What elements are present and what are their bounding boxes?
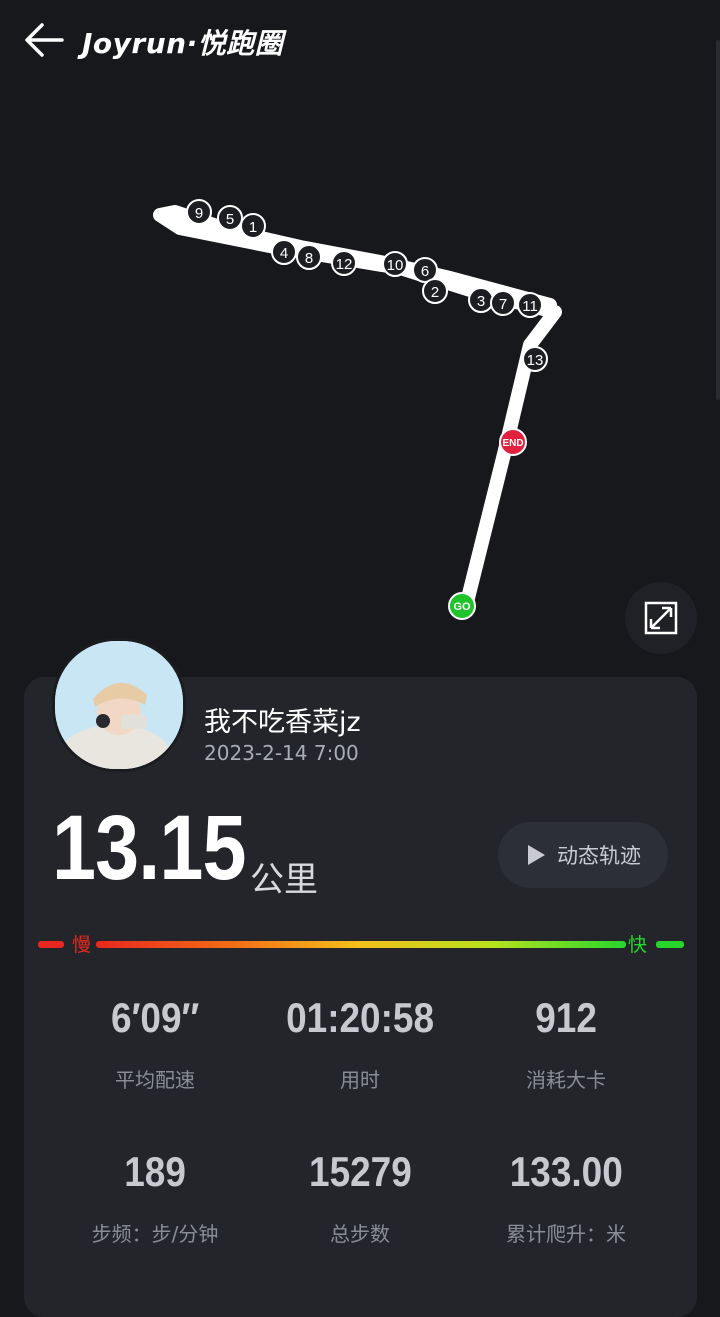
split-marker: 9: [186, 199, 212, 225]
stat-label: 累计爬升：米: [506, 1222, 626, 1246]
distance-value: 13.15: [52, 797, 247, 899]
track-replay-label: 动态轨迹: [557, 844, 641, 868]
stat-value: 189: [124, 1148, 186, 1195]
split-marker: 10: [382, 251, 408, 277]
stat-duration: 01:20:58 用时: [260, 994, 460, 1093]
app-title: Joyrun·悦跑圈: [82, 27, 284, 60]
stat-calories: 912 消耗大卡: [466, 994, 666, 1093]
split-marker-label: 9: [195, 205, 203, 222]
split-marker: 8: [296, 244, 322, 270]
arrow-left-icon: [25, 23, 64, 57]
end-marker-label: END: [502, 438, 523, 449]
split-marker-label: 11: [522, 298, 538, 315]
route-map[interactable]: 9 5 1 4 8 12 10 6 2 3 7 11 13 END GO: [0, 84, 720, 684]
play-icon: [528, 845, 545, 865]
distance-unit: 公里: [250, 860, 318, 900]
stat-cadence: 189 步频：步/分钟: [55, 1148, 255, 1247]
back-button[interactable]: [22, 20, 66, 60]
stat-elevation-gain: 133.00 累计爬升：米: [466, 1148, 666, 1247]
pace-scale-slow-segment: [38, 941, 64, 948]
split-marker: 4: [271, 239, 297, 265]
split-marker-label: 7: [499, 296, 507, 313]
username: 我不吃香菜jz: [204, 707, 361, 738]
stat-label: 消耗大卡: [526, 1068, 606, 1092]
split-marker-label: 4: [280, 245, 288, 262]
pace-fast-label: 快: [628, 934, 648, 956]
top-bar: Joyrun·悦跑圈: [0, 0, 720, 84]
stat-total-steps: 15279 总步数: [260, 1148, 460, 1247]
split-marker: 13: [522, 346, 548, 372]
stat-value: 6′09′′: [110, 994, 200, 1041]
split-marker-label: 2: [431, 284, 439, 301]
stat-label: 用时: [340, 1068, 380, 1092]
start-marker-label: GO: [453, 601, 471, 613]
avatar-image: [55, 641, 183, 769]
pace-gradient-bar: [96, 941, 626, 948]
split-marker-label: 10: [387, 257, 404, 274]
pace-scale: 慢 快: [38, 930, 684, 958]
track-replay-button[interactable]: 动态轨迹: [498, 822, 668, 888]
split-marker-label: 1: [249, 219, 257, 236]
stat-value: 15279: [308, 1148, 412, 1195]
split-marker-label: 5: [226, 211, 234, 228]
avatar[interactable]: [52, 638, 186, 772]
route-track: 9 5 1 4 8 12 10 6 2 3 7 11 13 END GO: [153, 199, 562, 620]
stat-label: 总步数: [330, 1222, 390, 1246]
split-marker: 12: [331, 250, 357, 276]
stat-value: 01:20:58: [286, 994, 434, 1041]
end-marker: END: [499, 428, 527, 456]
pace-slow-label: 慢: [72, 934, 92, 956]
run-datetime: 2023-2-14 7:00: [204, 741, 359, 765]
pace-scale-fast-segment: [656, 941, 684, 948]
split-marker-label: 13: [527, 352, 544, 369]
stat-avg-pace: 6′09′′ 平均配速: [55, 994, 255, 1093]
split-marker-label: 8: [305, 250, 313, 267]
fullscreen-button[interactable]: [625, 582, 697, 654]
split-marker-label: 12: [336, 256, 353, 273]
stat-value: 133.00: [509, 1148, 623, 1195]
stat-value: 912: [535, 994, 597, 1041]
split-marker: 2: [422, 278, 448, 304]
split-marker-label: 3: [477, 293, 485, 310]
stat-label: 平均配速: [115, 1068, 195, 1092]
split-marker: 5: [217, 205, 243, 231]
start-marker: GO: [448, 592, 476, 620]
split-marker-label: 6: [421, 263, 429, 280]
split-marker: 11: [517, 292, 543, 318]
stat-label: 步频：步/分钟: [91, 1222, 219, 1246]
expand-icon: [644, 601, 678, 635]
split-marker: 1: [240, 213, 266, 239]
split-marker: 7: [490, 290, 516, 316]
split-marker: 3: [468, 287, 494, 313]
